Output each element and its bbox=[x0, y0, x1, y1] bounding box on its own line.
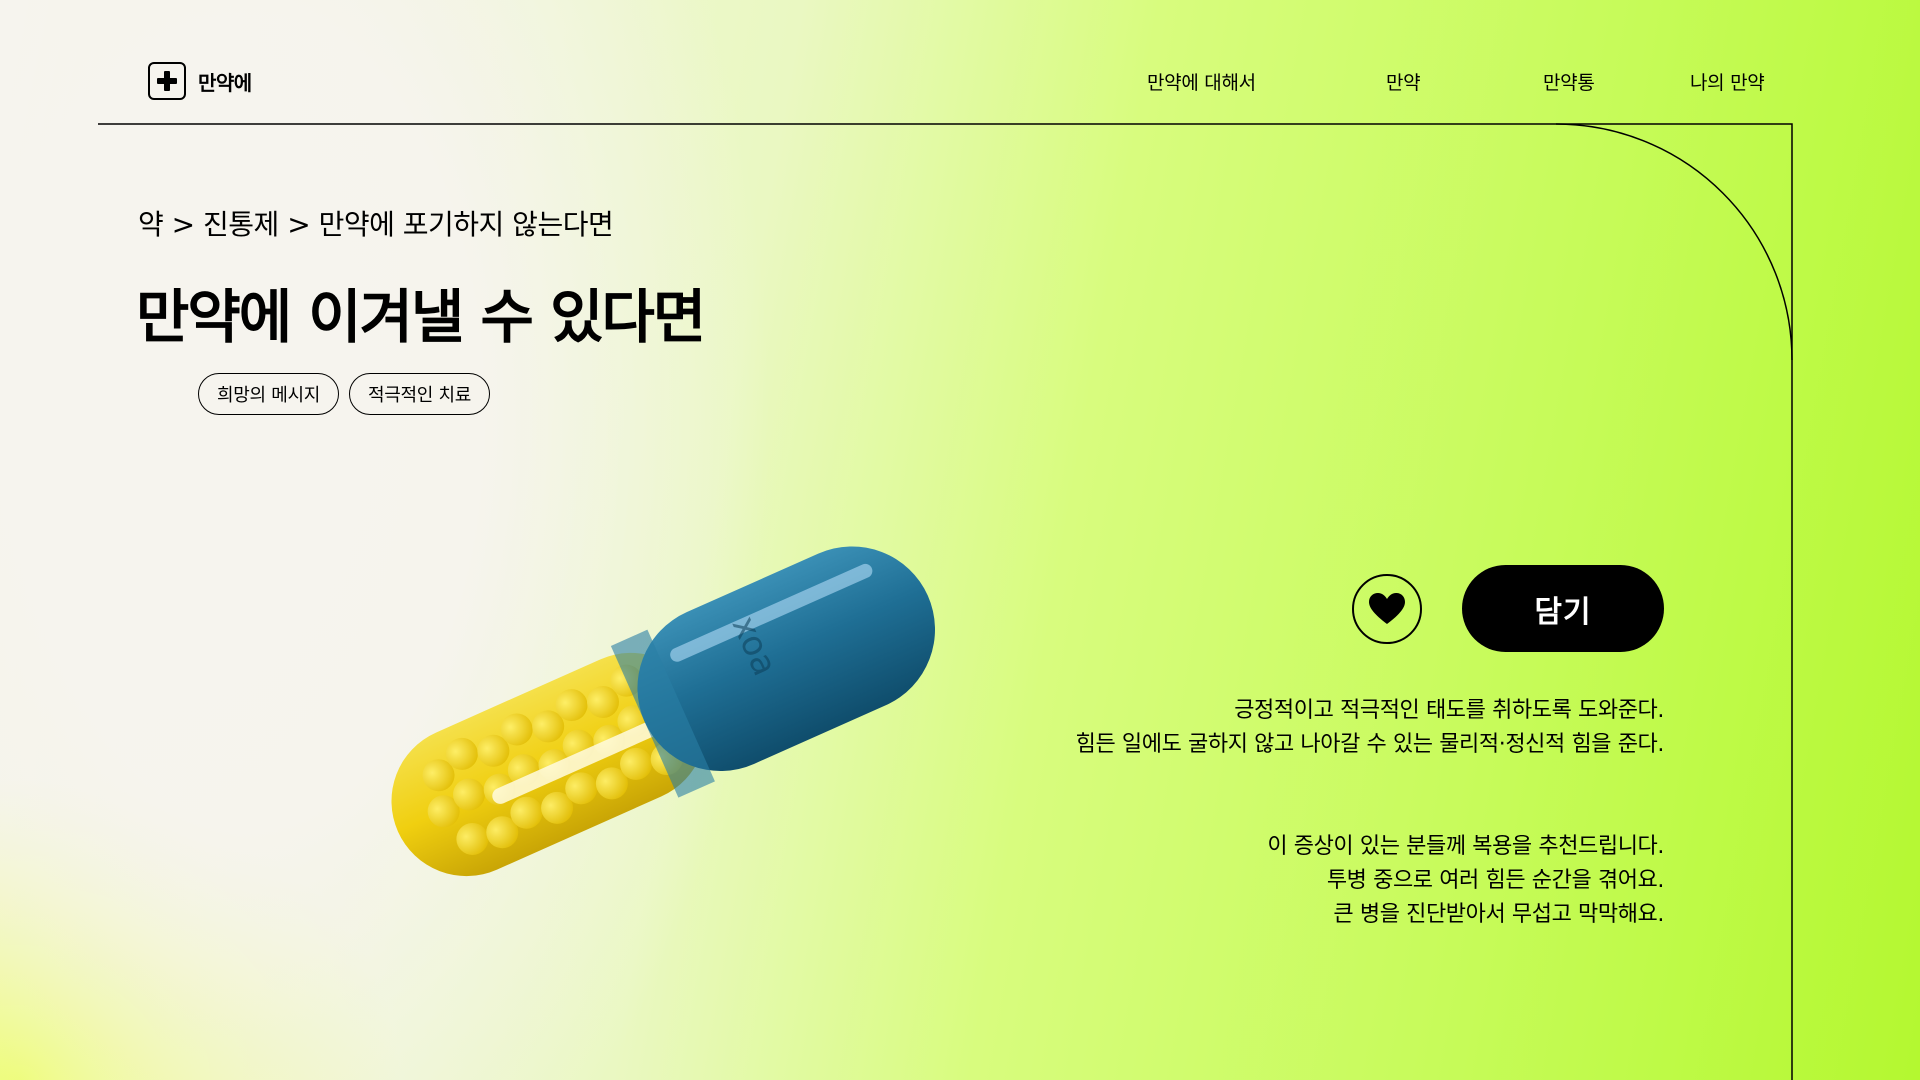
description-line: 큰 병을 진단받아서 무섭고 막막해요. bbox=[1333, 902, 1664, 927]
medical-cross-icon bbox=[148, 62, 186, 100]
brand-name: 만약에 bbox=[198, 70, 252, 95]
nav-item-about[interactable]: 만약에 대해서 bbox=[1147, 68, 1256, 95]
nav-item-manyaktong[interactable]: 만약통 bbox=[1543, 68, 1595, 95]
tag-list: 희망의 메시지 적극적인 치료 bbox=[198, 373, 490, 415]
description-effects: 긍정적이고 적극적인 태도를 취하도록 도와준다. 힘든 일에도 굴하지 않고 … bbox=[964, 694, 1665, 762]
heart-icon bbox=[1369, 593, 1405, 624]
capsule-image: xoa bbox=[391, 546, 936, 877]
description-line: 이 증상이 있는 분들께 복용을 추천드립니다. bbox=[1267, 834, 1664, 859]
tag-hope-message[interactable]: 희망의 메시지 bbox=[198, 373, 339, 415]
description-line: 투병 중으로 여러 힘든 순간을 겪어요. bbox=[1326, 868, 1665, 893]
product-page: 만약에 만약에 대해서 만약 만약통 나의 만약 약 > 진통제 > 만약에 포… bbox=[0, 0, 1920, 1080]
tag-active-treatment[interactable]: 적극적인 치료 bbox=[348, 373, 490, 415]
breadcrumb: 약 > 진통제 > 만약에 포기하지 않는다면 bbox=[138, 208, 614, 241]
nav-item-my-manyak[interactable]: 나의 만약 bbox=[1690, 68, 1765, 95]
description-line: 힘든 일에도 굴하지 않고 나아갈 수 있는 물리적·정신적 힘을 준다. bbox=[1075, 732, 1665, 757]
description-recommend: 이 증상이 있는 분들께 복용을 추천드립니다. 투병 중으로 여러 힘든 순간… bbox=[964, 830, 1664, 932]
page-title: 만약에 이겨낼 수 있다면 bbox=[136, 283, 706, 351]
description-line: 긍정적이고 적극적인 태도를 취하도록 도와준다. bbox=[1234, 698, 1664, 723]
nav-item-manyak[interactable]: 만약 bbox=[1386, 68, 1421, 95]
brand-logo[interactable]: 만약에 bbox=[148, 62, 252, 100]
add-to-cart-button[interactable]: 담기 bbox=[1462, 565, 1664, 652]
like-button[interactable] bbox=[1352, 574, 1422, 644]
